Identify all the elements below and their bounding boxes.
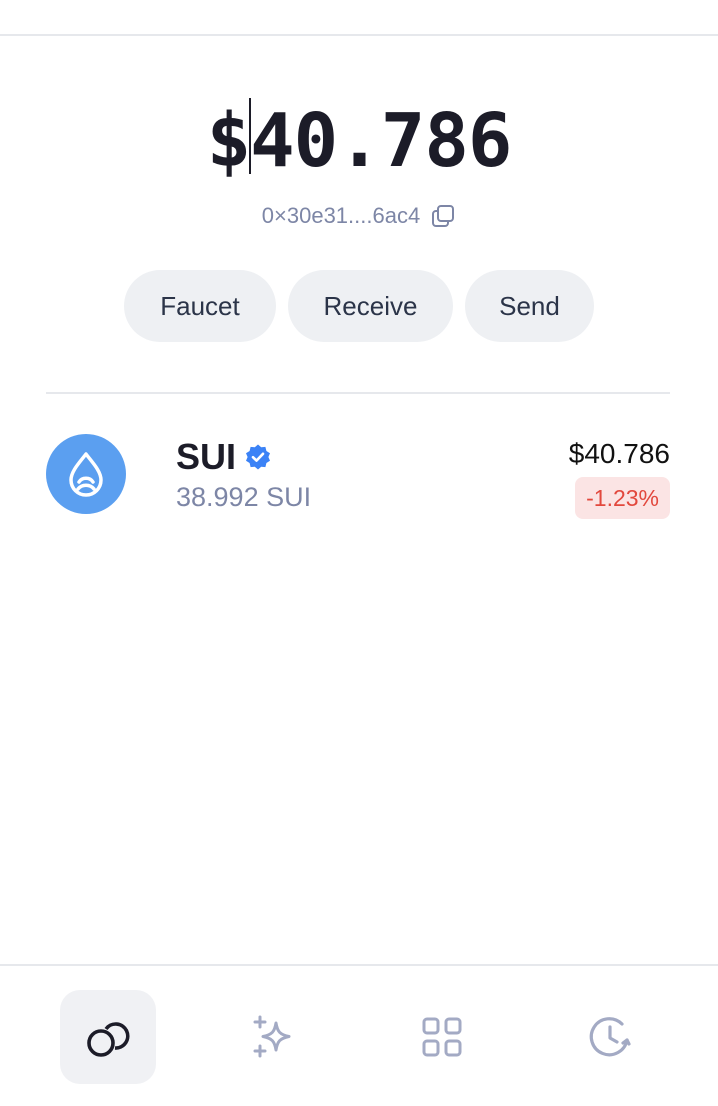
token-amount: 38.992 SUI [176, 482, 312, 512]
send-button[interactable]: Send [465, 270, 594, 342]
copy-icon[interactable] [430, 203, 456, 229]
token-row-sui[interactable]: SUI 38.992 SUI $40.786 -1.23% [46, 430, 670, 526]
apps-grid-icon [422, 1017, 462, 1057]
verified-badge-icon [244, 443, 272, 471]
bottom-nav [0, 966, 718, 1106]
section-divider [46, 392, 670, 394]
token-value-usd: $40.786 [568, 438, 670, 469]
address-row: 0×30e31....6ac4 [0, 200, 718, 232]
balance-value: 40.786 [250, 98, 512, 184]
total-balance: $40.786 [0, 98, 718, 184]
balance-currency: $ [206, 98, 252, 184]
faucet-button[interactable]: Faucet [124, 270, 276, 342]
token-symbol: SUI [176, 436, 237, 477]
price-change-badge: -1.23% [575, 477, 670, 519]
sui-droplet-icon [46, 434, 126, 514]
nav-tab-coins[interactable] [60, 990, 156, 1084]
action-buttons: Faucet Receive Send [0, 270, 718, 342]
coins-icon [87, 1022, 130, 1057]
nav-tab-sparkles[interactable] [226, 990, 322, 1084]
wallet-address: 0×30e31....6ac4 [261, 203, 421, 228]
history-clock-icon [589, 1017, 631, 1057]
nav-tab-apps[interactable] [394, 990, 490, 1084]
top-divider [0, 34, 718, 36]
nav-tab-activity[interactable] [562, 990, 658, 1084]
sparkles-icon [253, 1015, 291, 1058]
receive-button[interactable]: Receive [288, 270, 453, 342]
token-name-group: SUI [176, 436, 272, 478]
